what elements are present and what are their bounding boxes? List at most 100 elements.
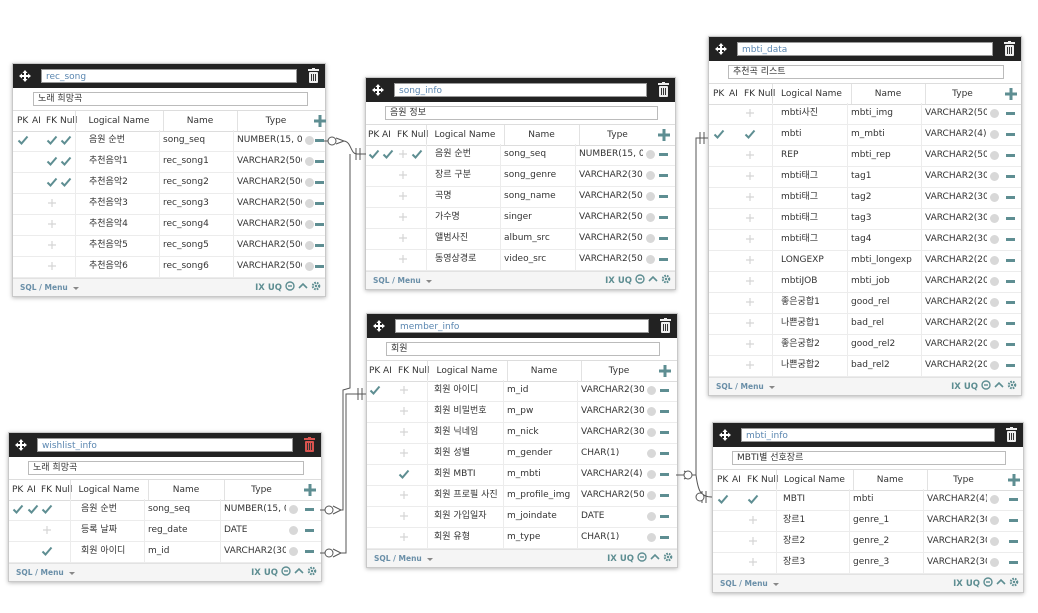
table-row[interactable]: 좋은궁합1 good_rel VARCHAR2(20) [709, 292, 1021, 314]
table-row[interactable]: 장르1 genre_1 VARCHAR2(30) [713, 510, 1023, 532]
comment-icon[interactable] [637, 552, 647, 567]
table-row[interactable]: mbti태그 tag4 VARCHAR2(30) [709, 229, 1021, 251]
fk-placeholder-icon[interactable] [399, 427, 409, 437]
remove-column-button[interactable] [659, 237, 668, 240]
fk-check-icon[interactable] [747, 493, 759, 505]
table-row[interactable]: 장르3 genre_3 VARCHAR2(30) [713, 552, 1023, 574]
clear-icon[interactable] [990, 516, 999, 525]
clear-icon[interactable] [646, 255, 655, 264]
comment-icon[interactable] [981, 380, 991, 395]
clear-icon[interactable] [990, 235, 999, 244]
fk-placeholder-icon[interactable] [745, 150, 755, 160]
add-column-button[interactable] [1004, 87, 1018, 101]
remove-column-button[interactable] [659, 258, 668, 261]
index-button[interactable]: IX [255, 282, 265, 295]
move-icon[interactable] [719, 429, 731, 441]
clear-icon[interactable] [646, 234, 655, 243]
fk-placeholder-icon[interactable] [745, 339, 755, 349]
table-comment-input[interactable]: 추천곡 리스트 [728, 65, 1004, 79]
remove-column-button[interactable] [315, 202, 324, 205]
clear-icon[interactable] [990, 151, 999, 160]
remove-column-button[interactable] [315, 244, 324, 247]
nul-check-icon[interactable] [60, 176, 72, 188]
clear-icon[interactable] [305, 220, 314, 229]
pk-check-icon[interactable] [368, 148, 380, 160]
clear-icon[interactable] [305, 178, 314, 187]
clear-icon[interactable] [990, 130, 999, 139]
table-row[interactable]: 회원 프로필 사진 m_profile_img VARCHAR2(500 [367, 485, 677, 507]
nul-check-icon[interactable] [60, 155, 72, 167]
fk-placeholder-icon[interactable] [399, 406, 409, 416]
fk-check-icon[interactable] [46, 134, 58, 146]
index-button[interactable]: IX [251, 567, 261, 580]
unique-button[interactable]: UQ [964, 381, 978, 394]
remove-column-button[interactable] [315, 160, 324, 163]
remove-column-button[interactable] [1006, 112, 1015, 115]
fk-placeholder-icon[interactable] [398, 191, 408, 201]
clear-icon[interactable] [305, 262, 314, 271]
remove-column-button[interactable] [660, 431, 669, 434]
table-row[interactable]: 추천음악2 rec_song2 VARCHAR2(500 [13, 172, 325, 194]
table-row[interactable]: 곡명 song_name VARCHAR2(500 [366, 186, 675, 208]
table-row[interactable]: 장르2 genre_2 VARCHAR2(30) [713, 531, 1023, 553]
sql-menu-dropdown[interactable]: SQL / Menu [16, 567, 75, 578]
fk-placeholder-icon[interactable] [47, 240, 57, 250]
fk-placeholder-icon[interactable] [745, 213, 755, 223]
table-row[interactable]: 회원 비밀번호 m_pw VARCHAR2(30) [367, 401, 677, 423]
remove-column-button[interactable] [660, 536, 669, 539]
clear-icon[interactable] [990, 172, 999, 181]
move-icon[interactable] [372, 84, 384, 96]
clear-icon[interactable] [305, 241, 314, 250]
clear-icon[interactable] [990, 495, 999, 504]
table-mbti_info[interactable]: mbti_info MBTI별 선호장르 PK AI FK Null Logical Nam… [712, 422, 1024, 593]
remove-column-button[interactable] [305, 508, 314, 511]
remove-column-button[interactable] [315, 265, 324, 268]
table-row[interactable]: 추천음악1 rec_song1 VARCHAR2(500 [13, 151, 325, 173]
sql-menu-dropdown[interactable]: SQL / Menu [374, 553, 433, 564]
comment-icon[interactable] [285, 281, 295, 296]
clear-icon[interactable] [646, 213, 655, 222]
add-column-button[interactable] [657, 128, 671, 142]
fk-placeholder-icon[interactable] [745, 360, 755, 370]
fk-placeholder-icon[interactable] [745, 108, 755, 118]
trash-icon[interactable] [658, 82, 669, 98]
move-icon[interactable] [15, 439, 27, 451]
table-row[interactable]: 등록 날짜 reg_date DATE [9, 520, 321, 542]
fk-check-icon[interactable] [41, 545, 53, 557]
clear-icon[interactable] [990, 214, 999, 223]
index-button[interactable]: IX [605, 275, 615, 288]
table-row[interactable]: 나쁜궁합1 bad_rel VARCHAR2(20) [709, 313, 1021, 335]
clear-icon[interactable] [990, 109, 999, 118]
table-name-input[interactable]: rec_song [41, 69, 297, 83]
clear-icon[interactable] [990, 558, 999, 567]
table-comment-input[interactable]: MBTI별 선호장르 [732, 451, 1006, 465]
fk-placeholder-icon[interactable] [398, 233, 408, 243]
sql-menu-dropdown[interactable]: SQL / Menu [373, 275, 432, 286]
unique-button[interactable]: UQ [264, 567, 278, 580]
clear-icon[interactable] [646, 150, 655, 159]
remove-column-button[interactable] [1006, 364, 1015, 367]
table-row[interactable]: 추천음악6 rec_song6 VARCHAR2(500 [13, 256, 325, 278]
clear-icon[interactable] [990, 319, 999, 328]
table-row[interactable]: 회원 MBTI m_mbti VARCHAR2(4) [367, 464, 677, 486]
remove-column-button[interactable] [1009, 519, 1018, 522]
table-row[interactable]: REP mbti_rep VARCHAR2(50) [709, 145, 1021, 167]
move-icon[interactable] [373, 320, 385, 332]
remove-column-button[interactable] [305, 529, 314, 532]
clear-icon[interactable] [289, 505, 298, 514]
nul-check-icon[interactable] [60, 134, 72, 146]
remove-column-button[interactable] [659, 195, 668, 198]
clear-icon[interactable] [990, 361, 999, 370]
remove-column-button[interactable] [1006, 154, 1015, 157]
unique-button[interactable]: UQ [966, 578, 980, 591]
pk-check-icon[interactable] [17, 134, 29, 146]
fk-placeholder-icon[interactable] [745, 192, 755, 202]
add-column-button[interactable] [303, 483, 317, 497]
collapse-icon[interactable] [996, 577, 1006, 592]
remove-column-button[interactable] [660, 452, 669, 455]
clear-icon[interactable] [647, 428, 656, 437]
fk-check-icon[interactable] [46, 176, 58, 188]
clear-icon[interactable] [990, 340, 999, 349]
table-mbti_data[interactable]: mbti_data 추천곡 리스트 PK AI FK Null Logical Name Na… [708, 36, 1022, 396]
table-row[interactable]: mbti태그 tag2 VARCHAR2(30) [709, 187, 1021, 209]
